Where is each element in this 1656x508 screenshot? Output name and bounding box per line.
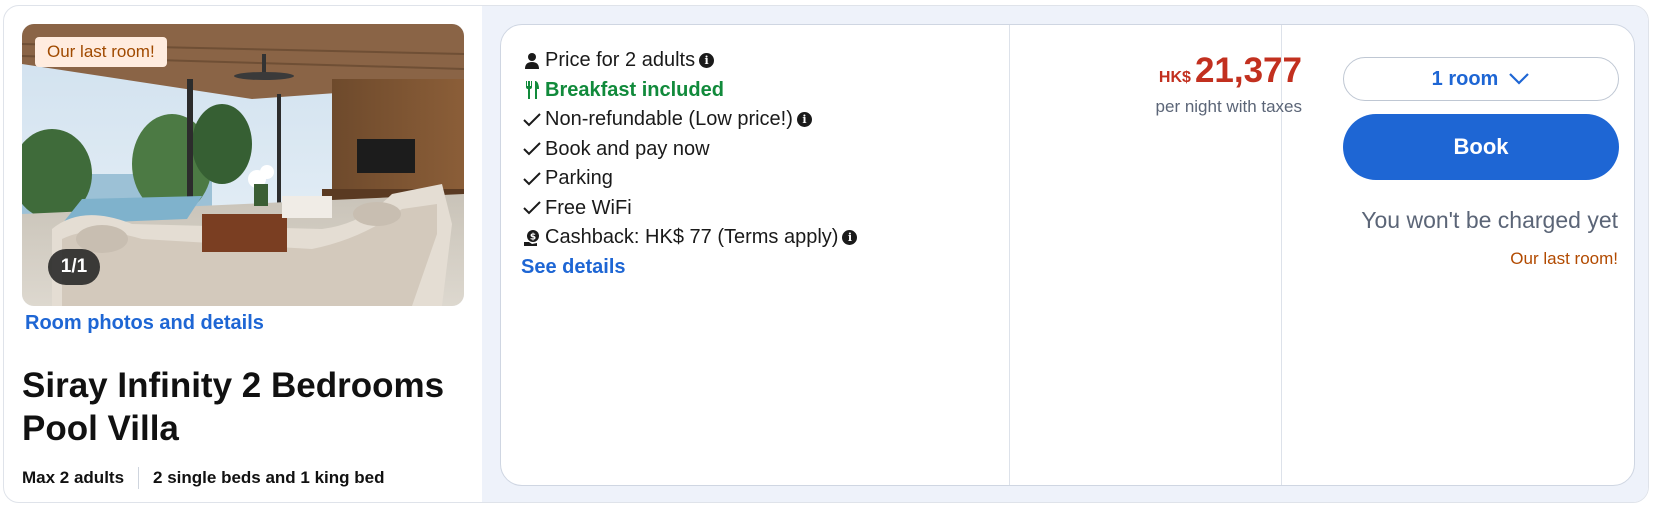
not-charged-note: You won't be charged yet (1361, 207, 1618, 233)
room-photos-link[interactable]: Room photos and details (25, 312, 264, 335)
see-details-link[interactable]: See details (521, 253, 857, 281)
fork-knife-icon (521, 79, 543, 101)
column-divider (1009, 25, 1010, 485)
info-icon[interactable]: i (842, 230, 858, 246)
room-card: Our last room! 1/1 Room photos and detai… (3, 5, 1649, 503)
feature-label: Parking (545, 167, 613, 190)
feature-parking: Parking (521, 164, 857, 194)
offer-panel: Price for 2 adults i Breakfast included … (500, 24, 1635, 486)
svg-text:$: $ (530, 232, 536, 242)
feature-label: Book and pay now (545, 137, 710, 160)
check-icon (521, 168, 543, 190)
bed-configuration: 2 single beds and 1 king bed (153, 468, 385, 487)
check-icon (521, 138, 543, 160)
last-room-warning: Our last room! (1510, 249, 1618, 268)
feature-label: Breakfast included (545, 78, 724, 101)
info-icon[interactable]: i (796, 112, 812, 128)
price-box: HK$ 21,377 per night with taxes (1156, 51, 1302, 117)
info-icon[interactable]: i (699, 53, 715, 69)
feature-label: Price for 2 adults (545, 49, 696, 72)
room-facts: Max 2 adults 2 single beds and 1 king be… (22, 467, 385, 489)
feature-refund: Non-refundable (Low price!) i (521, 105, 857, 135)
room-select-value: 1 room (1431, 67, 1499, 90)
feature-price-for: Price for 2 adults i (521, 46, 857, 76)
offer-features: Price for 2 adults i Breakfast included … (521, 46, 858, 281)
feature-label: Cashback: HK$ 77 (Terms apply) (545, 226, 839, 249)
person-icon (521, 50, 543, 72)
feature-breakfast: Breakfast included (521, 76, 857, 106)
photo-counter: 1/1 (48, 249, 100, 285)
facts-divider (138, 467, 140, 489)
price-line: HK$ 21,377 (1156, 51, 1302, 91)
feature-wifi: Free WiFi (521, 194, 857, 224)
book-button[interactable]: Book (1343, 114, 1619, 180)
feature-pay-now: Book and pay now (521, 135, 857, 165)
cashback-icon: $ (521, 227, 543, 249)
price-amount: 21,377 (1194, 51, 1302, 90)
room-quantity-select[interactable]: 1 room (1343, 57, 1619, 101)
last-room-badge: Our last room! (35, 37, 167, 67)
check-icon (521, 109, 543, 131)
price-note: per night with taxes (1155, 97, 1302, 116)
room-title: Siray Infinity 2 Bedrooms Pool Villa (22, 366, 445, 448)
max-guests: Max 2 adults (22, 468, 125, 487)
room-photo[interactable]: Our last room! 1/1 (22, 24, 464, 306)
feature-cashback: $ Cashback: HK$ 77 (Terms apply) i (521, 223, 858, 253)
feature-label: Non-refundable (Low price!) (545, 108, 793, 131)
feature-label: Free WiFi (545, 196, 632, 219)
price-currency: HK$ (1158, 69, 1191, 86)
check-icon (521, 197, 543, 219)
chevron-down-icon (1508, 72, 1530, 86)
